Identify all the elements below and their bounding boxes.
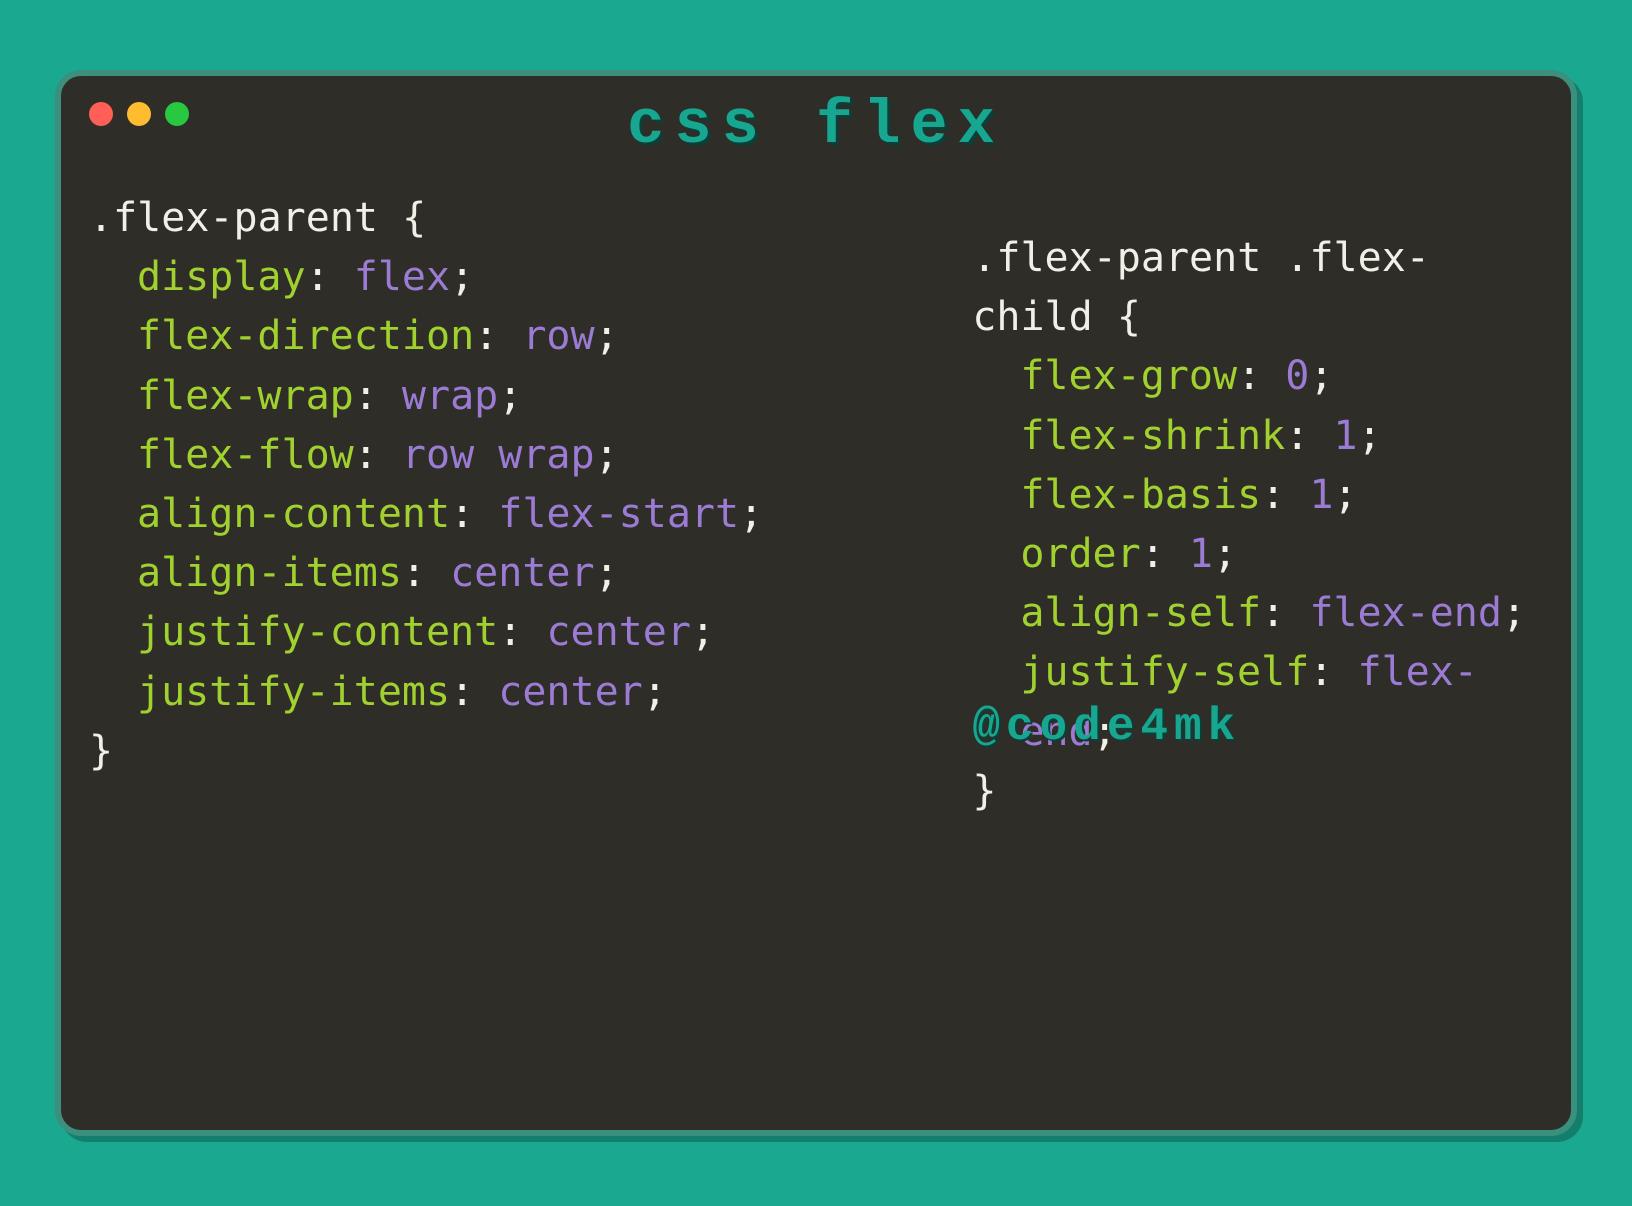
css-property: align-items: [137, 550, 402, 596]
css-value: flex-start: [498, 491, 739, 537]
css-value: 1: [1309, 472, 1333, 518]
page-title: css flex: [89, 90, 1543, 161]
css-value: row wrap: [402, 432, 595, 478]
close-icon[interactable]: [89, 102, 113, 126]
css-value: wrap: [402, 373, 498, 419]
window-controls: [89, 102, 189, 126]
css-property: justify-content: [137, 609, 498, 655]
rule-line: justify-content: center;: [89, 603, 932, 662]
css-property: flex-wrap: [137, 373, 354, 419]
code-block-parent: .flex-parent { display: flex; flex-direc…: [89, 189, 932, 821]
css-value: center: [546, 609, 691, 655]
css-property: order: [1020, 531, 1140, 577]
rule-line: align-content: flex-start;: [89, 485, 932, 544]
css-property: justify-self: [1020, 649, 1309, 695]
css-property: flex-direction: [137, 313, 474, 359]
css-value: 1: [1189, 531, 1213, 577]
rule-line: flex-basis: 1;: [972, 466, 1543, 525]
css-property: flex-flow: [137, 432, 354, 478]
css-value: 0: [1285, 353, 1309, 399]
css-property: display: [137, 254, 306, 300]
selector-line: .flex-parent {: [89, 189, 932, 248]
selector: .flex-parent .flex-child: [972, 235, 1430, 340]
css-value: flex: [354, 254, 450, 300]
rule-line: display: flex;: [89, 248, 932, 307]
rule-line: flex-grow: 0;: [972, 347, 1543, 406]
css-property: align-content: [137, 491, 450, 537]
closing-brace: }: [972, 762, 1543, 821]
css-value: center: [498, 669, 643, 715]
rule-line: flex-wrap: wrap;: [89, 367, 932, 426]
closing-brace: }: [89, 722, 932, 781]
css-value: 1: [1333, 413, 1357, 459]
code-window: css flex .flex-parent { display: flex; f…: [55, 70, 1577, 1136]
author-handle: @code4mk: [972, 693, 1241, 761]
css-value: row: [522, 313, 594, 359]
rule-line: align-items: center;: [89, 544, 932, 603]
rule-line: flex-direction: row;: [89, 307, 932, 366]
maximize-icon[interactable]: [165, 102, 189, 126]
css-property: flex-grow: [1020, 353, 1237, 399]
css-property: flex-shrink: [1020, 413, 1285, 459]
css-property: flex-basis: [1020, 472, 1261, 518]
css-property: justify-items: [137, 669, 450, 715]
css-property: align-self: [1020, 590, 1261, 636]
css-value: flex-end: [1309, 590, 1502, 636]
selector-line: .flex-parent .flex-child {: [972, 229, 1543, 347]
selector: .flex-parent: [89, 195, 378, 241]
css-value: center: [450, 550, 595, 596]
code-columns: .flex-parent { display: flex; flex-direc…: [89, 189, 1543, 821]
rule-line: flex-shrink: 1;: [972, 407, 1543, 466]
code-block-child: .flex-parent .flex-child { flex-grow: 0;…: [972, 189, 1543, 821]
rule-line: align-self: flex-end;: [972, 584, 1543, 643]
rule-line: flex-flow: row wrap;: [89, 426, 932, 485]
minimize-icon[interactable]: [127, 102, 151, 126]
rule-line: order: 1;: [972, 525, 1543, 584]
rule-line: justify-items: center;: [89, 663, 932, 722]
